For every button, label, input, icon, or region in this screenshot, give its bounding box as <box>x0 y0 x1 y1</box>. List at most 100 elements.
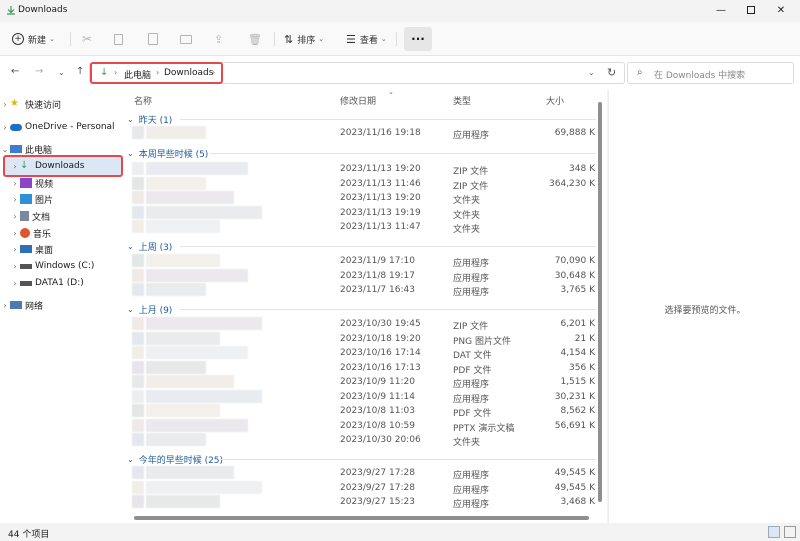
sidebar-item-downloads[interactable]: › ↓ Downloads <box>10 158 134 174</box>
scrollbar-thumb[interactable] <box>598 102 602 502</box>
file-date: 2023/10/16 17:13 <box>340 362 421 373</box>
file-icon <box>132 418 144 432</box>
file-size: 49,545 K <box>554 468 595 478</box>
column-header-type[interactable]: 类型 <box>453 94 471 107</box>
close-button[interactable]: ✕ <box>768 2 794 18</box>
back-arrow-icon[interactable]: ← <box>11 66 19 77</box>
computer-icon <box>10 145 22 153</box>
sidebar-item-label: OneDrive - Personal <box>25 122 115 132</box>
file-type: 应用程序 <box>453 394 490 405</box>
sort-button[interactable]: ⇅ 排序 ⌄ <box>284 28 324 50</box>
file-icon <box>132 126 144 139</box>
file-icon <box>132 375 144 388</box>
file-type: ZIP 文件 <box>453 181 489 192</box>
column-header-name[interactable]: 名称 <box>134 94 152 107</box>
group-header[interactable]: ⌄ 上月 (9) <box>127 303 172 316</box>
group-header[interactable]: ⌄ 今年的早些时候 (25) <box>127 453 223 466</box>
new-button[interactable]: + 新建 ⌄ <box>12 28 55 50</box>
file-size: 364,230 K <box>549 178 595 189</box>
sidebar-item-desktop[interactable]: › 桌面 <box>10 241 134 257</box>
sidebar-item-this-pc[interactable]: ⌄ 此电脑 <box>0 141 124 157</box>
sidebar-item-drive-c[interactable]: › Windows (C:) <box>10 258 134 274</box>
file-size: 21 K <box>574 333 595 344</box>
group-header[interactable]: ⌄ 上周 (3) <box>127 240 172 253</box>
file-icon <box>132 389 144 403</box>
network-icon <box>10 301 22 309</box>
file-name-redacted <box>146 254 220 267</box>
minimize-button[interactable]: — <box>708 2 734 18</box>
file-name-redacted <box>146 162 248 175</box>
sidebar-item-label: 图片 <box>35 195 54 206</box>
share-button[interactable]: ⇪ <box>214 28 223 50</box>
plus-circle-icon: + <box>12 33 24 45</box>
details-view-icon[interactable] <box>768 526 780 538</box>
group-header[interactable]: ⌄ 昨天 (1) <box>127 113 172 126</box>
tiles-view-icon[interactable] <box>784 526 796 538</box>
video-icon <box>20 178 32 188</box>
sidebar-item-drive-d[interactable]: › DATA1 (D:) <box>10 275 134 291</box>
search-icon: ⌕ <box>637 67 643 78</box>
sidebar-item-quick-access[interactable]: › ★ 快速访问 <box>0 96 124 112</box>
view-button[interactable]: ☰ 查看 ⌄ <box>346 28 387 50</box>
refresh-icon[interactable]: ↻ <box>607 66 616 79</box>
file-name-redacted <box>146 495 220 508</box>
file-name-redacted <box>146 418 248 432</box>
search-box[interactable]: ⌕ 在 Downloads 中搜索 <box>627 62 794 84</box>
forward-arrow-icon[interactable]: → <box>35 66 43 77</box>
picture-icon <box>20 194 32 204</box>
file-type: 应用程序 <box>453 131 490 141</box>
file-date: 2023/10/30 19:45 <box>340 319 421 329</box>
sidebar-item-label: 快速访问 <box>25 100 62 111</box>
file-icon <box>132 480 144 494</box>
horizontal-scrollbar[interactable] <box>124 512 597 522</box>
rename-button[interactable] <box>180 28 192 50</box>
sidebar-item-label: Windows (C:) <box>35 261 95 271</box>
group-label: 本周早些时候 (5) <box>138 150 209 160</box>
delete-button[interactable]: 🗑 <box>248 28 262 50</box>
file-name-redacted <box>146 331 220 345</box>
file-date: 2023/10/18 19:20 <box>340 333 421 344</box>
vertical-scrollbar[interactable] <box>596 98 604 510</box>
file-type: 应用程序 <box>453 273 490 284</box>
sidebar-item-music[interactable]: › 音乐 <box>10 225 134 241</box>
search-placeholder: 在 Downloads 中搜索 <box>654 71 746 81</box>
group-header[interactable]: ⌄ 本周早些时候 (5) <box>127 147 208 160</box>
file-size: 8,562 K <box>560 406 595 416</box>
file-name-redacted <box>146 346 248 359</box>
copy-button[interactable] <box>114 28 123 50</box>
recent-chevron-icon[interactable]: ⌄ <box>58 68 65 77</box>
sidebar-item-pictures[interactable]: › 图片 <box>10 191 134 207</box>
maximize-button[interactable] <box>738 2 764 18</box>
file-type: 应用程序 <box>453 259 490 269</box>
more-options-button[interactable]: ··· <box>404 27 432 51</box>
sidebar-item-videos[interactable]: › 视频 <box>10 175 134 191</box>
file-type: DAT 文件 <box>453 351 492 361</box>
chevron-right-icon: › <box>13 278 17 288</box>
file-name-redacted <box>146 389 262 403</box>
file-type: PDF 文件 <box>453 365 492 376</box>
sidebar-item-onedrive[interactable]: › OneDrive - Personal <box>0 119 124 135</box>
trash-icon: 🗑 <box>248 32 262 46</box>
column-header-date[interactable]: 修改日期 <box>340 94 376 107</box>
chevron-down-icon: ⌄ <box>380 35 387 43</box>
column-header-size[interactable]: 大小 <box>546 94 564 107</box>
address-history-chevron-icon[interactable]: ⌄ <box>588 68 595 77</box>
paste-button[interactable] <box>148 28 158 50</box>
cut-button[interactable]: ✂ <box>82 28 92 50</box>
file-icon <box>132 433 144 446</box>
copy-icon <box>114 33 123 45</box>
sidebar-item-network[interactable]: › 网络 <box>0 297 124 313</box>
chevron-down-icon: ⌄ <box>127 149 134 158</box>
scissors-icon: ✂ <box>82 32 93 46</box>
file-name-redacted <box>146 375 234 388</box>
desktop-icon <box>20 245 32 253</box>
chevron-down-icon: ⌄ <box>127 305 134 314</box>
up-arrow-icon[interactable]: ↑ <box>76 66 84 77</box>
file-icon <box>132 360 144 374</box>
scrollbar-thumb[interactable] <box>134 516 589 520</box>
file-type: PDF 文件 <box>453 409 492 419</box>
file-date: 2023/10/9 11:14 <box>340 391 415 402</box>
sidebar-item-documents[interactable]: › 文档 <box>10 208 134 224</box>
file-name-redacted <box>146 480 262 494</box>
chevron-down-icon: ⌄ <box>127 242 134 251</box>
